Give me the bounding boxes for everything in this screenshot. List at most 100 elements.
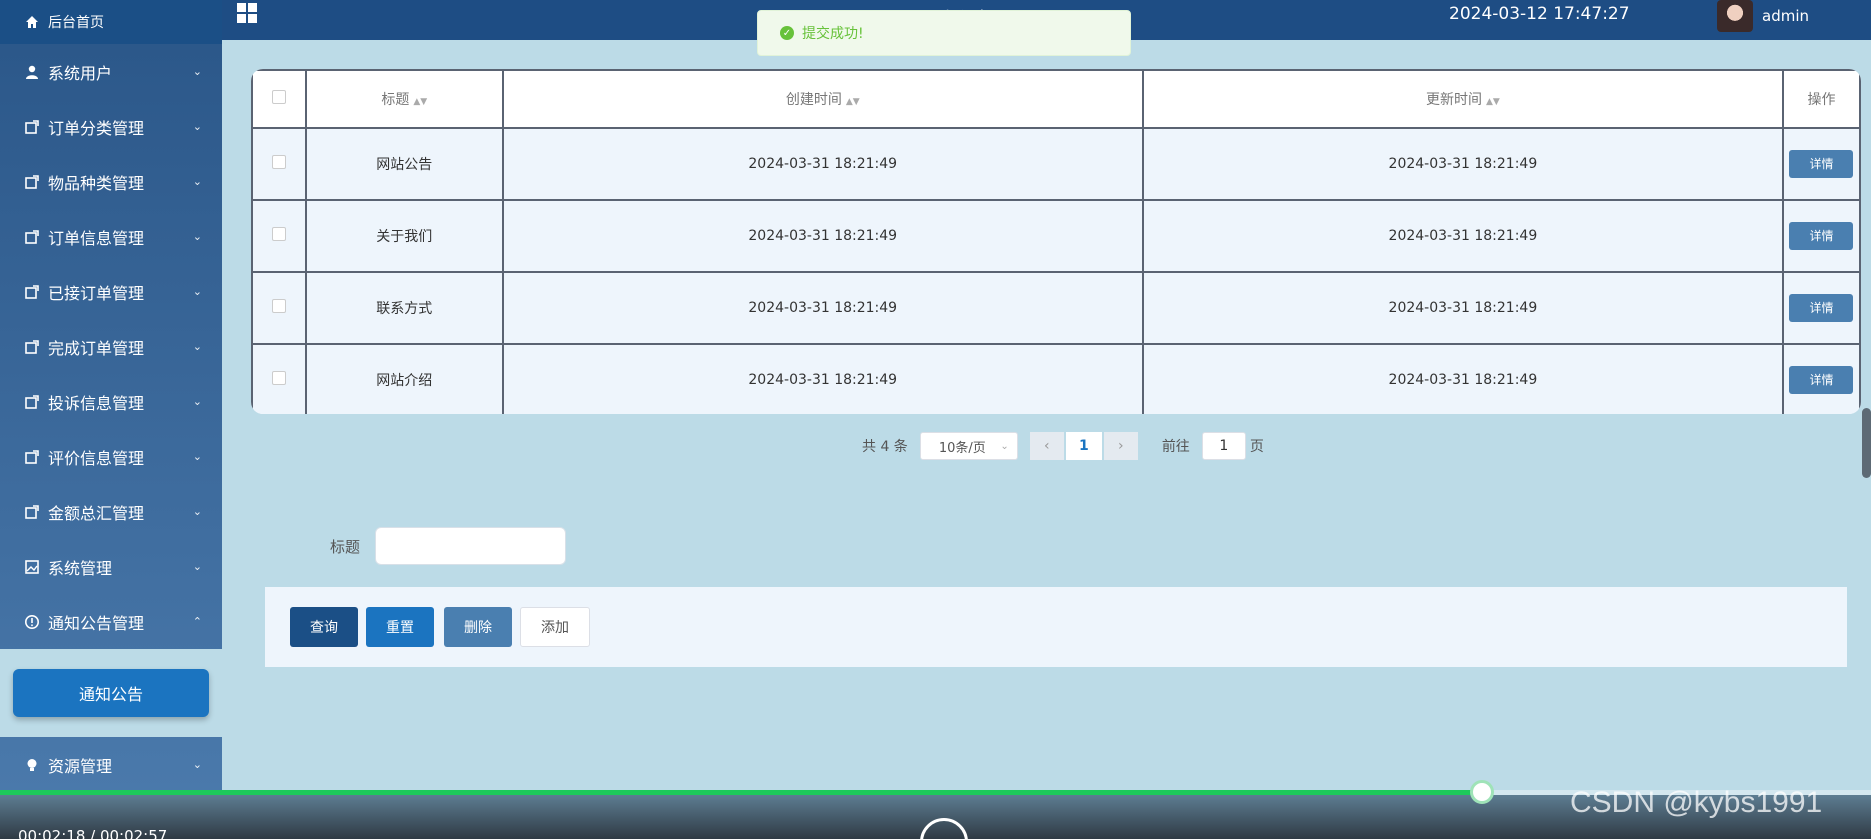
page-size-select[interactable]: 10条/页 ⌄ xyxy=(919,432,1018,460)
sidebar-item-reviews[interactable]: 评价信息管理 ⌄ xyxy=(0,429,222,484)
page-buttons: ‹ 1 › xyxy=(1029,432,1138,460)
row-select-cell xyxy=(251,127,307,201)
cell-title: 关于我们 xyxy=(304,199,504,273)
row-select-cell xyxy=(251,343,307,414)
table-row: 网站公告 2024-03-31 18:21:49 2024-03-31 18:2… xyxy=(251,127,1861,201)
chevron-down-icon: ⌄ xyxy=(1000,440,1009,452)
cell-action: 详情 xyxy=(1781,127,1861,201)
sidebar-item-label: 资源管理 xyxy=(48,756,113,776)
detail-button[interactable]: 详情 xyxy=(1789,150,1854,178)
external-icon xyxy=(24,449,40,465)
column-header-updated[interactable]: 更新时间 ▲▼ xyxy=(1141,69,1784,129)
sidebar-item-completed-orders[interactable]: 完成订单管理 ⌄ xyxy=(0,319,222,374)
sidebar: 后台首页 系统用户 ⌄ 订单分类管理 ⌄ 物品种类管理 ⌄ 订单信息管理 ⌄ 已… xyxy=(0,0,222,790)
table-header-row: 标题 ▲▼ 创建时间 ▲▼ 更新时间 ▲▼ 操作 xyxy=(251,69,1861,129)
cell-title: 网站介绍 xyxy=(304,343,504,414)
search-title-input[interactable] xyxy=(375,527,566,565)
detail-button[interactable]: 详情 xyxy=(1789,222,1854,250)
prev-page-button[interactable]: ‹ xyxy=(1029,432,1064,460)
external-icon xyxy=(24,394,40,410)
search-title-label: 标题 xyxy=(330,538,361,556)
video-progress-fill xyxy=(0,790,1482,795)
column-header-created[interactable]: 创建时间 ▲▼ xyxy=(501,69,1144,129)
detail-button[interactable]: 详情 xyxy=(1789,366,1854,394)
page-size-value: 10条/页 xyxy=(938,440,986,456)
video-progress-knob[interactable] xyxy=(1469,780,1494,804)
sidebar-subitem-notice[interactable]: 通知公告 xyxy=(13,669,209,717)
add-button[interactable]: 添加 xyxy=(520,607,590,647)
detail-button[interactable]: 详情 xyxy=(1789,294,1854,322)
chevron-up-icon: ⌃ xyxy=(192,615,202,628)
table-row: 关于我们 2024-03-31 18:21:49 2024-03-31 18:2… xyxy=(251,199,1861,273)
row-checkbox[interactable] xyxy=(271,299,286,313)
sort-icon: ▲▼ xyxy=(1485,97,1500,107)
cell-action: 详情 xyxy=(1781,199,1861,273)
scrollbar[interactable] xyxy=(1862,408,1871,478)
delete-button[interactable]: 删除 xyxy=(444,607,512,647)
sidebar-item-system-management[interactable]: 系统管理 ⌄ xyxy=(0,539,222,594)
sidebar-item-amount-summary[interactable]: 金额总汇管理 ⌄ xyxy=(0,484,222,539)
avatar[interactable] xyxy=(1717,0,1753,32)
reset-button[interactable]: 重置 xyxy=(366,607,434,647)
chevron-down-icon: ⌄ xyxy=(192,505,202,518)
goto-page-input[interactable]: 1 xyxy=(1201,432,1246,460)
select-all-checkbox[interactable] xyxy=(271,90,286,104)
cell-created: 2024-03-31 18:21:49 xyxy=(501,343,1144,414)
chevron-down-icon: ⌄ xyxy=(192,120,202,133)
cell-created: 2024-03-31 18:21:49 xyxy=(501,199,1144,273)
goto-suffix: 页 xyxy=(1249,439,1264,455)
external-icon xyxy=(24,504,40,520)
sidebar-item-label: 订单分类管理 xyxy=(48,118,145,138)
user-icon xyxy=(24,64,40,80)
row-checkbox[interactable] xyxy=(271,371,286,385)
chevron-down-icon: ⌄ xyxy=(192,230,202,243)
query-button[interactable]: 查询 xyxy=(290,607,358,647)
info-icon xyxy=(24,614,40,630)
chevron-down-icon: ⌄ xyxy=(192,65,202,78)
table-row: 联系方式 2024-03-31 18:21:49 2024-03-31 18:2… xyxy=(251,271,1861,345)
image-icon xyxy=(24,559,40,575)
sidebar-item-item-type[interactable]: 物品种类管理 ⌄ xyxy=(0,154,222,209)
sidebar-item-complaints[interactable]: 投诉信息管理 ⌄ xyxy=(0,374,222,429)
external-icon xyxy=(24,284,40,300)
pagination-total: 共 4 条 xyxy=(862,439,908,455)
next-page-button[interactable]: › xyxy=(1103,432,1138,460)
cell-created: 2024-03-31 18:21:49 xyxy=(501,271,1144,345)
sidebar-item-label: 金额总汇管理 xyxy=(48,503,145,523)
grid-menu-icon[interactable] xyxy=(236,2,258,24)
sidebar-submenu: 通知公告 xyxy=(0,649,222,737)
external-icon xyxy=(24,339,40,355)
sidebar-item-label: 评价信息管理 xyxy=(48,448,145,468)
check-circle-icon: ✓ xyxy=(780,26,794,40)
video-time: 00:02:18 / 00:02:57 xyxy=(18,827,168,839)
sidebar-item-label: 订单信息管理 xyxy=(48,228,145,248)
cell-updated: 2024-03-31 18:21:49 xyxy=(1141,199,1784,273)
sidebar-item-order-info[interactable]: 订单信息管理 ⌄ xyxy=(0,209,222,264)
chevron-down-icon: ⌄ xyxy=(192,395,202,408)
row-checkbox[interactable] xyxy=(271,155,286,169)
row-checkbox[interactable] xyxy=(271,227,286,241)
row-select-cell xyxy=(251,199,307,273)
toast-message: 提交成功! xyxy=(802,26,864,42)
sidebar-item-notice-management[interactable]: 通知公告管理 ⌃ xyxy=(0,594,222,649)
sort-icon: ▲▼ xyxy=(845,97,860,107)
cell-action: 详情 xyxy=(1781,271,1861,345)
watermark: CSDN @kybs1991 xyxy=(1570,786,1823,819)
sidebar-home[interactable]: 后台首页 xyxy=(0,0,222,44)
chevron-down-icon: ⌄ xyxy=(192,450,202,463)
current-page-button[interactable]: 1 xyxy=(1065,432,1102,460)
external-icon xyxy=(24,174,40,190)
sidebar-item-label: 完成订单管理 xyxy=(48,338,145,358)
sidebar-item-order-category[interactable]: 订单分类管理 ⌄ xyxy=(0,99,222,154)
chevron-down-icon: ⌄ xyxy=(192,340,202,353)
select-all-cell xyxy=(251,69,307,129)
success-toast: ✓ 提交成功! xyxy=(757,10,1131,56)
username[interactable]: admin xyxy=(1762,7,1809,25)
sidebar-item-resources[interactable]: 资源管理 ⌄ xyxy=(0,737,222,792)
action-panel: 查询 重置 删除 添加 xyxy=(265,587,1847,667)
column-header-title[interactable]: 标题 ▲▼ xyxy=(304,69,504,129)
sidebar-item-system-users[interactable]: 系统用户 ⌄ xyxy=(0,44,222,99)
sidebar-item-accepted-orders[interactable]: 已接订单管理 ⌄ xyxy=(0,264,222,319)
datetime-display: 2024-03-12 17:47:27 xyxy=(1449,4,1630,24)
chevron-down-icon: ⌄ xyxy=(192,758,202,771)
